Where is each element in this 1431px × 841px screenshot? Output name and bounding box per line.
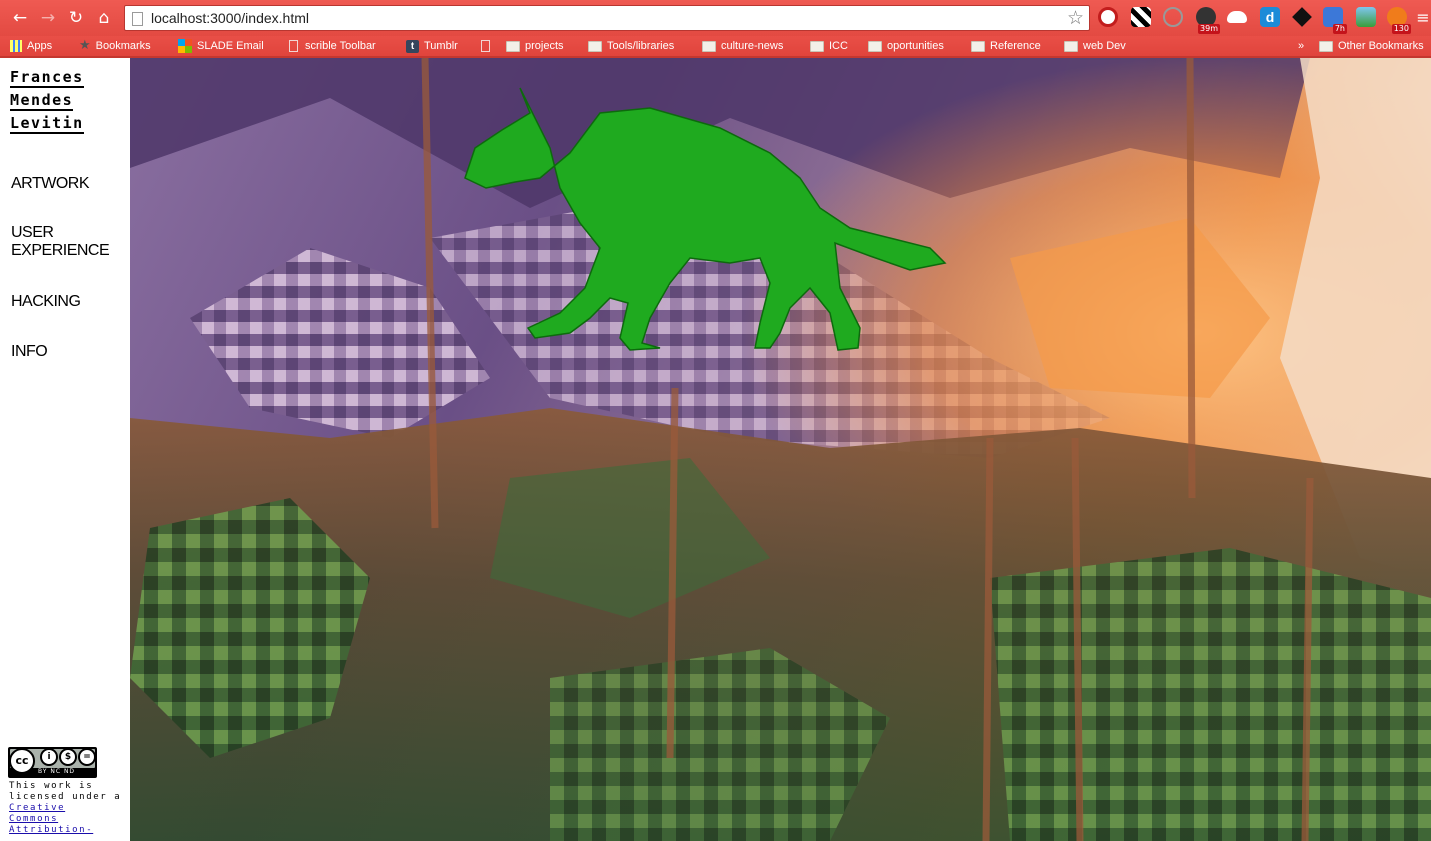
bookmark-reference[interactable]: Reference xyxy=(971,38,1041,54)
license-text-line1: This work is xyxy=(9,781,94,791)
timer-extension-icon[interactable]: 39m xyxy=(1196,7,1220,34)
cloud-extension-icon[interactable] xyxy=(1227,11,1247,23)
nav-hacking-link[interactable]: HACKING xyxy=(11,293,81,311)
url-text[interactable]: localhost:3000/index.html xyxy=(151,10,309,26)
bookmark-label: culture-news xyxy=(721,40,784,52)
site-name-last[interactable]: Levitin xyxy=(10,115,84,134)
bookmark-label: scrible Toolbar xyxy=(305,40,376,52)
reload-icon[interactable]: ↻ xyxy=(66,8,86,28)
page-icon xyxy=(132,12,143,26)
bookmark-culture-news[interactable]: culture-news xyxy=(702,38,783,54)
site-sidebar: Frances Mendes Levitin ARTWORK USER EXPE… xyxy=(0,58,130,841)
apps-grid-icon xyxy=(10,40,22,52)
speaker-extension-icon[interactable] xyxy=(1163,7,1183,27)
bookmark-label: Tools/libraries xyxy=(607,40,675,52)
bookmark-label: Reference xyxy=(990,40,1041,52)
folder-icon xyxy=(506,40,520,52)
bookmark-star-icon[interactable]: ☆ xyxy=(1067,7,1084,29)
bookmark-label: Other Bookmarks xyxy=(1338,40,1424,52)
forward-icon[interactable]: → xyxy=(38,8,58,28)
feeds-extension-icon[interactable]: 130 xyxy=(1387,7,1411,34)
calendar-extension-icon[interactable]: 7h xyxy=(1323,7,1347,34)
bookmarks-bar: Apps ★ Bookmarks SLADE Email scrible Too… xyxy=(0,36,1431,56)
bookmark-untitled[interactable] xyxy=(481,38,497,54)
bookmark-tools-libraries[interactable]: Tools/libraries xyxy=(588,38,674,54)
folder-icon xyxy=(1319,40,1333,52)
home-icon[interactable]: ⌂ xyxy=(94,8,114,28)
folder-icon xyxy=(971,40,985,52)
bookmark-oportunities[interactable]: oportunities xyxy=(868,38,944,54)
page-icon xyxy=(289,40,298,52)
nav-info-link[interactable]: INFO xyxy=(11,343,48,361)
checker-extension-icon[interactable] xyxy=(1131,7,1151,27)
folder-icon xyxy=(588,40,602,52)
by-attribution-icon: i xyxy=(40,748,58,766)
folder-icon xyxy=(1064,40,1078,52)
bookmark-label: Apps xyxy=(27,40,53,52)
browser-chrome: ← → ↻ ⌂ localhost:3000/index.html ☆ 39m … xyxy=(0,0,1431,58)
license-link-commons[interactable]: Commons xyxy=(9,814,58,825)
artwork-scene xyxy=(130,58,1431,841)
folder-icon xyxy=(702,40,716,52)
bookmark-icc[interactable]: ICC xyxy=(810,38,848,54)
tumblr-icon: t xyxy=(406,39,419,53)
back-icon[interactable]: ← xyxy=(10,8,30,28)
nav-artwork-link[interactable]: ARTWORK xyxy=(11,175,89,193)
feeds-badge: 130 xyxy=(1391,24,1411,34)
nav-user-experience-line2[interactable]: EXPERIENCE xyxy=(11,242,110,260)
artwork-canvas[interactable] xyxy=(130,58,1431,841)
bookmark-label: oportunities xyxy=(887,40,944,52)
noderivatives-icon: = xyxy=(78,748,96,766)
folder-icon xyxy=(868,40,882,52)
office-icon xyxy=(178,39,192,53)
bookmark-label: SLADE Email xyxy=(197,40,264,52)
page-icon xyxy=(481,40,490,52)
nav-user-experience-line1[interactable]: USER xyxy=(11,224,54,242)
license-text-line2: licensed under a xyxy=(9,792,122,802)
cc-icon: cc xyxy=(9,748,35,774)
foliage-right xyxy=(990,548,1431,841)
pin-extension-icon[interactable] xyxy=(1292,7,1312,27)
bookmark-bookmarks[interactable]: ★ Bookmarks xyxy=(79,38,151,54)
address-bar[interactable]: localhost:3000/index.html ☆ xyxy=(124,5,1090,31)
bookmark-label: Bookmarks xyxy=(95,40,151,52)
bookmark-projects[interactable]: projects xyxy=(506,38,564,54)
bookmark-label: ICC xyxy=(829,40,848,52)
bookmark-other-bookmarks[interactable]: Other Bookmarks xyxy=(1319,38,1424,54)
star-icon: ★ xyxy=(79,38,91,53)
bookmark-scrible-toolbar[interactable]: scrible Toolbar xyxy=(289,38,376,54)
bookmark-label: Tumblr xyxy=(424,40,458,52)
folder-icon xyxy=(810,40,824,52)
site-name-middle[interactable]: Mendes xyxy=(10,92,74,111)
bookmarks-overflow-chevron[interactable]: » xyxy=(1298,38,1304,54)
bookmark-label: projects xyxy=(525,40,564,52)
timer-badge: 39m xyxy=(1198,24,1220,34)
bookmark-apps[interactable]: Apps xyxy=(10,38,52,54)
browser-toolbar: ← → ↻ ⌂ localhost:3000/index.html ☆ 39m … xyxy=(0,0,1431,36)
d-extension-icon[interactable]: d xyxy=(1260,7,1280,27)
cc-badge-labels: BY NC ND xyxy=(38,768,76,775)
bookmark-label: web Dev xyxy=(1083,40,1126,52)
bookmark-web-dev[interactable]: web Dev xyxy=(1064,38,1126,54)
noncommercial-icon: $ xyxy=(59,748,77,766)
adblock-extension-icon[interactable] xyxy=(1098,7,1118,27)
image-extension-icon[interactable] xyxy=(1356,7,1376,27)
site-name-first[interactable]: Frances xyxy=(10,69,84,88)
creative-commons-badge[interactable]: cc i $ = BY NC ND xyxy=(8,747,97,778)
menu-icon[interactable]: ≡ xyxy=(1413,8,1431,28)
license-link-attribution[interactable]: Attribution- xyxy=(9,825,93,836)
bookmark-tumblr[interactable]: t Tumblr xyxy=(406,38,458,54)
license-link-creative[interactable]: Creative xyxy=(9,803,65,814)
calendar-badge: 7h xyxy=(1332,24,1347,34)
bookmark-slade-email[interactable]: SLADE Email xyxy=(178,38,264,54)
